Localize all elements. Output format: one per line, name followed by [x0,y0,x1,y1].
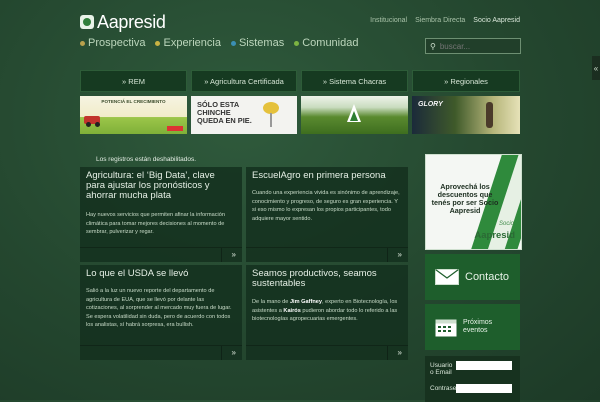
banner-agricultura-certificada[interactable]: SÓLO ESTA CHINCHE QUEDA EN PIE. [191,96,297,134]
news-card-big-data[interactable]: Agricultura: el ‘Big Data’, clave para a… [80,167,242,262]
card-footer-divider [221,248,222,262]
card-body-highlight: Kairós [283,307,301,314]
nav-dot-icon [80,40,85,46]
card-footer: » [80,247,242,262]
news-card-usda[interactable]: Lo que el USDA se llevó Salió a la luz u… [80,265,242,360]
banner-caption: POTENCIÁ EL CRECIMIENTO [101,99,166,104]
top-link-socio-aapresid[interactable]: Socio Aapresid [473,17,520,24]
nav-label: Prospectiva [88,37,146,49]
nav-item-prospectiva[interactable]: Prospectiva [80,37,145,49]
banner-caption: SÓLO ESTA CHINCHE QUEDA EN PIE. [197,100,252,126]
card-footer-divider [221,346,222,360]
card-body: Cuando una experiencia vivida es sinónim… [252,190,400,222]
socio-discount-ad[interactable]: Aprovechá los descuentos que tenés por s… [425,154,522,250]
card-footer: » [246,345,408,360]
nav-label: Experiencia [163,37,221,49]
ad-socio-label: Socio [498,221,514,227]
side-collapse-tab[interactable]: « [592,56,600,80]
banner-sistema-chacras[interactable] [301,96,408,134]
ad-text: Aprovechá los descuentos que tenés por s… [431,182,499,215]
contact-label: Contacto [465,271,510,283]
pin-needle [270,113,272,127]
registration-notice: Los registros están deshabilitados. [96,156,197,163]
banner-caption: GLORY [418,101,443,108]
ad-logo: Aapresid [474,230,515,241]
wheel-icon [86,122,91,127]
logo[interactable]: Aapresid [80,12,166,32]
envelope-icon [435,269,459,285]
username-label: Usuario o Email [430,362,453,376]
search-box: ⚲ [425,38,521,54]
top-link-siembra-directa[interactable]: Siembra Directa [415,17,465,24]
read-more-icon[interactable]: » [232,250,236,259]
nav-item-comunidad[interactable]: Comunidad [294,37,358,49]
nav-item-experiencia[interactable]: Experiencia [155,37,221,49]
search-input[interactable] [435,41,510,51]
card-body-text: De la mano de [252,299,290,305]
category-tab-sistema-chacras[interactable]: » Sistema Chacras [301,70,408,92]
login-box: Usuario o Email Contraseña [425,356,520,402]
banner-regionales[interactable]: GLORY [412,96,520,134]
card-title[interactable]: EscuelAgro en primera persona [252,171,402,181]
nav-dot-icon [230,40,236,46]
logo-icon [80,15,94,29]
wheel-icon [95,122,100,127]
top-link-institucional[interactable]: Institucional [370,17,407,24]
card-title[interactable]: Seamos productivos, seamos sustentables [252,269,402,289]
brand-badge [167,126,183,131]
banner-rem[interactable]: POTENCIÁ EL CRECIMIENTO [80,96,187,134]
nav-dot-icon [294,40,300,46]
read-more-icon[interactable]: » [398,250,402,259]
nav-dot-icon [155,40,161,46]
events-button[interactable]: Próximos eventos [425,304,520,350]
top-links: Institucional Siembra Directa Socio Aapr… [370,17,520,24]
card-body: Salió a la luz un nuevo reporte del depa… [86,288,232,329]
category-tab-regionales[interactable]: » Regionales [412,70,520,92]
person-figure [486,102,493,128]
nav-label: Sistemas [238,37,285,49]
card-body-highlight: Jim Gaffney [289,299,322,305]
card-body: De la mano de Jim Gaffney, experto en Bi… [252,298,402,324]
read-more-icon[interactable]: » [398,348,402,357]
category-tab-rem[interactable]: » REM [80,70,187,92]
card-title[interactable]: Lo que el USDA se llevó [86,269,236,279]
events-label: Próximos eventos [463,319,493,334]
news-card-escuelagro[interactable]: EscuelAgro en primera persona Cuando una… [246,167,408,262]
card-footer: » [80,345,242,360]
nav-label: Comunidad [302,37,359,49]
card-footer-divider [387,248,388,262]
logo-text: Aapresid [97,11,166,32]
main-nav: Prospectiva Experiencia Sistemas Comunid… [80,37,358,49]
card-body: Hay nuevos servicios que permiten afinar… [86,212,225,236]
card-title[interactable]: Agricultura: el ‘Big Data’, clave para a… [86,171,236,201]
category-tab-agricultura-certificada[interactable]: » Agricultura Certificada [191,70,297,92]
calendar-icon [435,319,457,337]
read-more-icon[interactable]: » [232,348,236,357]
card-footer: » [246,247,408,262]
card-footer-divider [387,346,388,360]
news-card-productivos[interactable]: Seamos productivos, seamos sustentables … [246,265,408,360]
username-input[interactable] [456,361,512,370]
nav-item-sistemas[interactable]: Sistemas [230,37,285,49]
contact-button[interactable]: Contacto [425,254,520,300]
password-input[interactable] [456,384,512,393]
